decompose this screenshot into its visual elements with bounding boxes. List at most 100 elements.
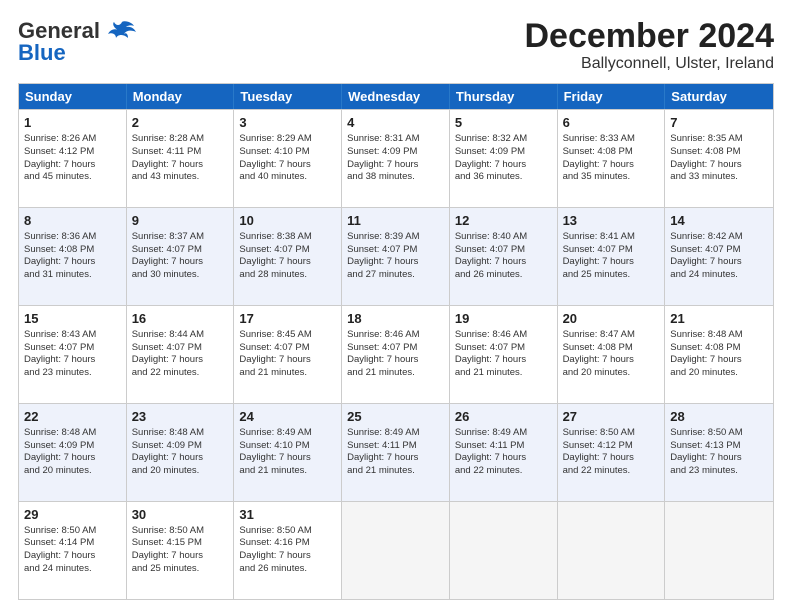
day-number: 5	[455, 114, 552, 132]
day-number: 17	[239, 310, 336, 328]
day-info-line: Sunset: 4:07 PM	[132, 342, 229, 355]
day-info-line: Daylight: 7 hours	[347, 256, 444, 269]
day-info-line: Sunrise: 8:50 AM	[563, 427, 660, 440]
day-info-line: Sunrise: 8:28 AM	[132, 133, 229, 146]
cal-header-cell-thursday: Thursday	[450, 84, 558, 109]
day-info-line: Daylight: 7 hours	[670, 159, 768, 172]
day-info-line: Sunrise: 8:42 AM	[670, 231, 768, 244]
cal-cell-day-12: 12Sunrise: 8:40 AMSunset: 4:07 PMDayligh…	[450, 208, 558, 305]
logo: General Blue	[18, 18, 136, 66]
day-info-line: and 28 minutes.	[239, 269, 336, 282]
cal-cell-day-22: 22Sunrise: 8:48 AMSunset: 4:09 PMDayligh…	[19, 404, 127, 501]
title-block: December 2024 Ballyconnell, Ulster, Irel…	[524, 18, 774, 73]
cal-cell-day-29: 29Sunrise: 8:50 AMSunset: 4:14 PMDayligh…	[19, 502, 127, 599]
day-info-line: Sunset: 4:08 PM	[563, 342, 660, 355]
day-number: 9	[132, 212, 229, 230]
cal-cell-day-21: 21Sunrise: 8:48 AMSunset: 4:08 PMDayligh…	[665, 306, 773, 403]
day-info-line: Sunset: 4:09 PM	[455, 146, 552, 159]
day-info-line: Daylight: 7 hours	[132, 550, 229, 563]
cal-cell-day-30: 30Sunrise: 8:50 AMSunset: 4:15 PMDayligh…	[127, 502, 235, 599]
cal-header-cell-sunday: Sunday	[19, 84, 127, 109]
day-info-line: Sunset: 4:07 PM	[670, 244, 768, 257]
page: General Blue December 2024 Ballyconnell,…	[0, 0, 792, 612]
cal-cell-day-14: 14Sunrise: 8:42 AMSunset: 4:07 PMDayligh…	[665, 208, 773, 305]
day-info-line: Daylight: 7 hours	[347, 159, 444, 172]
day-number: 16	[132, 310, 229, 328]
day-info-line: Sunrise: 8:31 AM	[347, 133, 444, 146]
day-info-line: Daylight: 7 hours	[239, 159, 336, 172]
day-info-line: and 31 minutes.	[24, 269, 121, 282]
day-info-line: Sunset: 4:08 PM	[670, 342, 768, 355]
logo-bird-icon	[104, 20, 136, 42]
day-info-line: Daylight: 7 hours	[239, 550, 336, 563]
day-info-line: Sunset: 4:12 PM	[24, 146, 121, 159]
day-info-line: and 21 minutes.	[239, 367, 336, 380]
day-number: 27	[563, 408, 660, 426]
day-info-line: and 45 minutes.	[24, 171, 121, 184]
cal-cell-day-28: 28Sunrise: 8:50 AMSunset: 4:13 PMDayligh…	[665, 404, 773, 501]
day-info-line: and 20 minutes.	[24, 465, 121, 478]
day-number: 13	[563, 212, 660, 230]
day-info-line: and 40 minutes.	[239, 171, 336, 184]
cal-cell-day-9: 9Sunrise: 8:37 AMSunset: 4:07 PMDaylight…	[127, 208, 235, 305]
day-info-line: Sunrise: 8:47 AM	[563, 329, 660, 342]
cal-cell-day-7: 7Sunrise: 8:35 AMSunset: 4:08 PMDaylight…	[665, 110, 773, 207]
day-info-line: Daylight: 7 hours	[24, 354, 121, 367]
day-info-line: Daylight: 7 hours	[670, 452, 768, 465]
cal-header-cell-tuesday: Tuesday	[234, 84, 342, 109]
cal-cell-day-4: 4Sunrise: 8:31 AMSunset: 4:09 PMDaylight…	[342, 110, 450, 207]
cal-cell-day-16: 16Sunrise: 8:44 AMSunset: 4:07 PMDayligh…	[127, 306, 235, 403]
day-number: 30	[132, 506, 229, 524]
day-info-line: Daylight: 7 hours	[132, 354, 229, 367]
day-info-line: and 20 minutes.	[132, 465, 229, 478]
cal-cell-day-19: 19Sunrise: 8:46 AMSunset: 4:07 PMDayligh…	[450, 306, 558, 403]
cal-cell-day-5: 5Sunrise: 8:32 AMSunset: 4:09 PMDaylight…	[450, 110, 558, 207]
day-info-line: Daylight: 7 hours	[132, 452, 229, 465]
day-info-line: Sunset: 4:16 PM	[239, 537, 336, 550]
page-subtitle: Ballyconnell, Ulster, Ireland	[524, 55, 774, 73]
day-number: 14	[670, 212, 768, 230]
day-info-line: Daylight: 7 hours	[347, 354, 444, 367]
day-number: 25	[347, 408, 444, 426]
day-info-line: Sunrise: 8:38 AM	[239, 231, 336, 244]
logo-blue-text: Blue	[18, 40, 66, 66]
day-info-line: and 22 minutes.	[132, 367, 229, 380]
day-info-line: Daylight: 7 hours	[24, 159, 121, 172]
cal-row-1: 1Sunrise: 8:26 AMSunset: 4:12 PMDaylight…	[19, 109, 773, 207]
cal-cell-empty	[342, 502, 450, 599]
day-number: 21	[670, 310, 768, 328]
day-info-line: Sunrise: 8:35 AM	[670, 133, 768, 146]
day-info-line: Sunset: 4:07 PM	[239, 342, 336, 355]
day-info-line: and 25 minutes.	[132, 563, 229, 576]
day-number: 20	[563, 310, 660, 328]
day-number: 31	[239, 506, 336, 524]
day-info-line: Daylight: 7 hours	[455, 354, 552, 367]
day-number: 8	[24, 212, 121, 230]
day-info-line: Sunrise: 8:50 AM	[24, 525, 121, 538]
cal-row-4: 22Sunrise: 8:48 AMSunset: 4:09 PMDayligh…	[19, 403, 773, 501]
day-info-line: Daylight: 7 hours	[24, 550, 121, 563]
day-info-line: Sunset: 4:14 PM	[24, 537, 121, 550]
day-info-line: Sunrise: 8:49 AM	[455, 427, 552, 440]
day-number: 29	[24, 506, 121, 524]
cal-cell-day-18: 18Sunrise: 8:46 AMSunset: 4:07 PMDayligh…	[342, 306, 450, 403]
cal-cell-day-31: 31Sunrise: 8:50 AMSunset: 4:16 PMDayligh…	[234, 502, 342, 599]
day-info-line: and 20 minutes.	[563, 367, 660, 380]
day-info-line: and 36 minutes.	[455, 171, 552, 184]
cal-cell-empty	[665, 502, 773, 599]
cal-cell-day-26: 26Sunrise: 8:49 AMSunset: 4:11 PMDayligh…	[450, 404, 558, 501]
header: General Blue December 2024 Ballyconnell,…	[18, 18, 774, 73]
day-number: 18	[347, 310, 444, 328]
day-info-line: Daylight: 7 hours	[563, 256, 660, 269]
day-info-line: Sunset: 4:07 PM	[563, 244, 660, 257]
day-info-line: and 21 minutes.	[347, 465, 444, 478]
cal-cell-day-10: 10Sunrise: 8:38 AMSunset: 4:07 PMDayligh…	[234, 208, 342, 305]
day-info-line: Daylight: 7 hours	[670, 256, 768, 269]
day-info-line: Sunset: 4:09 PM	[132, 440, 229, 453]
day-info-line: and 21 minutes.	[347, 367, 444, 380]
day-info-line: and 24 minutes.	[24, 563, 121, 576]
cal-cell-day-27: 27Sunrise: 8:50 AMSunset: 4:12 PMDayligh…	[558, 404, 666, 501]
day-info-line: and 26 minutes.	[455, 269, 552, 282]
day-info-line: Sunset: 4:07 PM	[347, 342, 444, 355]
cal-cell-day-25: 25Sunrise: 8:49 AMSunset: 4:11 PMDayligh…	[342, 404, 450, 501]
